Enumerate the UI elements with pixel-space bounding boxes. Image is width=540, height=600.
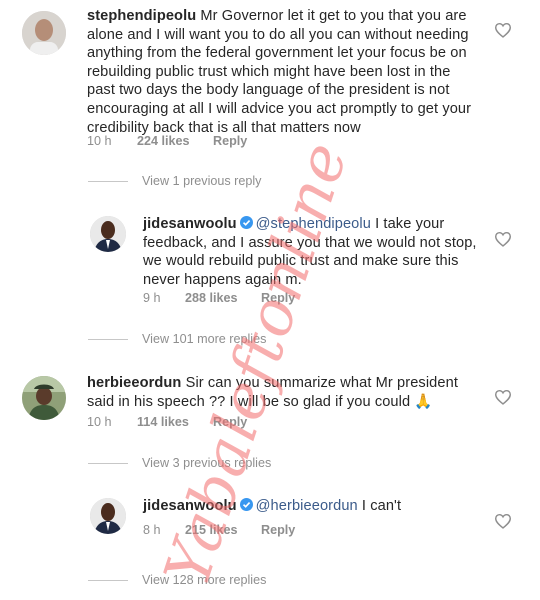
comment-text: jidesanwoolu @herbieeordun I can't xyxy=(143,497,483,516)
heart-icon[interactable] xyxy=(494,22,512,38)
avatar-photo xyxy=(22,11,66,55)
heart-icon[interactable] xyxy=(494,231,512,247)
comment-time: 10 h xyxy=(87,134,112,148)
view-replies-label[interactable]: View 101 more replies xyxy=(142,332,266,346)
divider-line xyxy=(88,579,128,581)
comment-mention[interactable]: @stephendipeolu xyxy=(256,216,371,232)
comment-likes[interactable]: 215 likes xyxy=(185,523,261,537)
avatar-photo xyxy=(90,498,126,534)
view-replies-label[interactable]: View 1 previous reply xyxy=(142,174,261,188)
comment-text: jidesanwoolu @stephendipeolu I take your … xyxy=(143,215,483,289)
view-replies-label[interactable]: View 128 more replies xyxy=(142,573,266,587)
divider-line xyxy=(88,462,128,464)
comment-time: 9 h xyxy=(143,291,161,305)
reply-button[interactable]: Reply xyxy=(261,291,295,305)
comment-username[interactable]: jidesanwoolu xyxy=(143,216,237,232)
reply-button[interactable]: Reply xyxy=(213,134,247,148)
comment-time: 8 h xyxy=(143,523,161,537)
comment-likes[interactable]: 288 likes xyxy=(185,291,261,305)
reply-button[interactable]: Reply xyxy=(213,415,247,429)
verified-badge-icon xyxy=(239,216,253,229)
comment-time: 10 h xyxy=(87,415,112,429)
comment-text: stephendipeolu Mr Governor let it get to… xyxy=(87,7,479,137)
comment-username[interactable]: jidesanwoolu xyxy=(143,498,237,514)
comment-mention[interactable]: @herbieeordun xyxy=(256,498,358,514)
comment-body: Mr Governor let it get to you that you a… xyxy=(87,8,472,136)
comment-meta: 9 h 288 likes Reply xyxy=(143,291,295,305)
comment-likes[interactable]: 114 likes xyxy=(137,415,213,429)
heart-icon[interactable] xyxy=(494,513,512,529)
avatar[interactable] xyxy=(90,216,126,252)
view-replies-link[interactable]: View 128 more replies xyxy=(88,573,266,587)
comment-likes[interactable]: 224 likes xyxy=(137,134,213,148)
comment-username[interactable]: stephendipeolu xyxy=(87,8,196,24)
divider-line xyxy=(88,338,128,340)
avatar[interactable] xyxy=(22,11,66,55)
view-replies-label[interactable]: View 3 previous replies xyxy=(142,456,271,470)
view-replies-link[interactable]: View 101 more replies xyxy=(88,332,266,346)
divider-line xyxy=(88,180,128,182)
reply-button[interactable]: Reply xyxy=(261,523,295,537)
view-replies-link[interactable]: View 1 previous reply xyxy=(88,174,261,188)
heart-icon[interactable] xyxy=(494,389,512,405)
comment-text: herbieeordun Sir can you summarize what … xyxy=(87,374,482,411)
comment-meta: 10 h 224 likes Reply xyxy=(87,134,247,148)
avatar[interactable] xyxy=(90,498,126,534)
verified-badge-icon xyxy=(239,498,253,511)
view-replies-link[interactable]: View 3 previous replies xyxy=(88,456,271,470)
avatar[interactable] xyxy=(22,376,66,420)
comment-meta: 10 h 114 likes Reply xyxy=(87,415,247,429)
avatar-photo xyxy=(22,376,66,420)
comment-username[interactable]: herbieeordun xyxy=(87,375,181,391)
comment-meta: 8 h 215 likes Reply xyxy=(143,523,295,537)
avatar-photo xyxy=(90,216,126,252)
comment-body: I can't xyxy=(361,498,402,514)
